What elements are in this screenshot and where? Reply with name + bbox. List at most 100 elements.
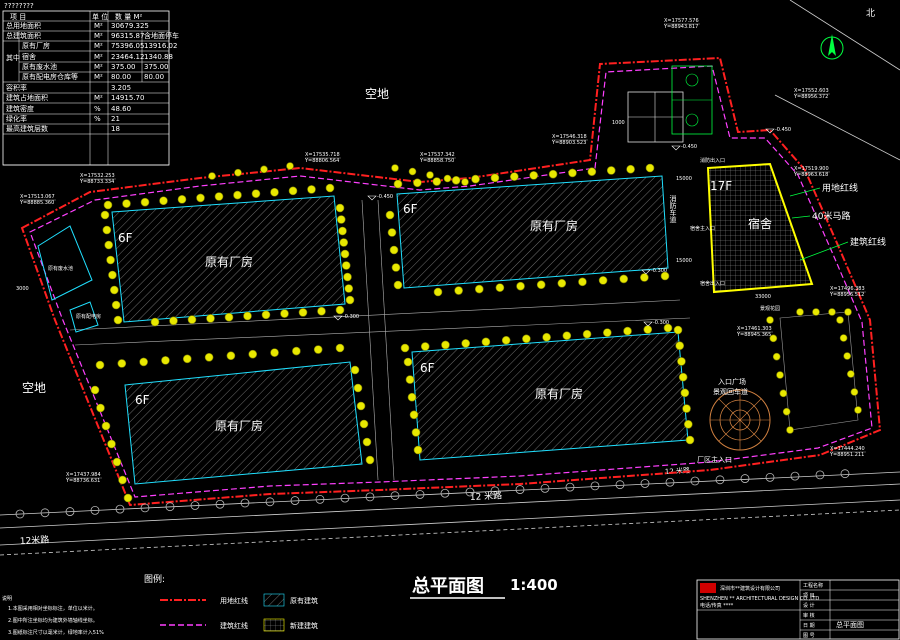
- power-room: 原有配电房: [69, 301, 101, 333]
- wastewater-label: 原有废水池: [48, 265, 73, 272]
- tree: [187, 315, 197, 324]
- tree: [516, 281, 525, 291]
- elevation-value: -0.450: [775, 127, 791, 133]
- table-row-value: 23464.12: [111, 53, 144, 61]
- dimension-value: 15000: [676, 176, 692, 182]
- entry-plaza: 入口广场 景观回车道: [709, 377, 771, 451]
- shrub: [715, 475, 725, 485]
- table-row-value: 3.205: [111, 84, 131, 92]
- note-0: 说明: [2, 595, 12, 602]
- tree: [786, 426, 794, 434]
- tree: [393, 179, 403, 189]
- factory-label-sw: 原有厂房: [215, 418, 263, 433]
- tree: [103, 200, 113, 210]
- company-name-en: SHENZHEN ** ARCHITECTURAL DESIGN CO.,LTD: [700, 596, 819, 602]
- main-entry-label: 厂区主入口: [697, 455, 732, 464]
- tree: [682, 404, 691, 413]
- tb-field-4: 日 期: [803, 623, 815, 629]
- build-line-label: 建筑红线: [850, 236, 886, 248]
- tree: [288, 186, 298, 196]
- table-row-item: 宿舍: [22, 52, 36, 61]
- tree: [365, 455, 375, 465]
- tree: [95, 360, 105, 370]
- landscape-garden: [779, 311, 859, 431]
- tree: [107, 439, 116, 449]
- tree: [796, 308, 804, 316]
- tree: [501, 336, 511, 345]
- factory-building-se: 原有厂房 6F: [411, 331, 689, 461]
- tree: [844, 308, 852, 316]
- table-header-item: 项 目: [10, 13, 26, 21]
- shrub: [615, 480, 625, 490]
- table-row-item: 建筑密度: [6, 104, 34, 113]
- coord-y: Y=88885.360: [19, 200, 54, 206]
- table-row-unit: M²: [94, 22, 103, 30]
- shrub: [765, 472, 775, 482]
- tree: [510, 172, 519, 181]
- entry-plaza-label: 入口广场: [718, 377, 746, 386]
- tree: [177, 195, 187, 204]
- factory-label-ne: 原有厂房: [530, 218, 578, 233]
- table-row-item: 总用地面积: [6, 21, 41, 30]
- company-name: 深圳市**建筑设计有限公司: [720, 585, 780, 592]
- fire-lane: 消防车道: [669, 194, 677, 224]
- table-row-item: 容积率: [6, 83, 27, 92]
- company-phone: 电话/传真 ****: [700, 602, 734, 609]
- tree: [461, 339, 470, 348]
- dorm-entry-label: 宿舍主入口: [690, 225, 715, 232]
- tree: [433, 287, 443, 297]
- tree: [640, 273, 649, 282]
- tree: [261, 310, 271, 320]
- shrub: [590, 481, 600, 491]
- table-row-value2: 375.00: [144, 63, 169, 71]
- tree: [317, 306, 326, 316]
- tree: [292, 346, 301, 356]
- table-row-unit: %: [94, 115, 101, 123]
- table-row-item: 建筑占地面积: [6, 93, 48, 102]
- tree: [251, 189, 261, 198]
- dimension-value: 1000: [612, 120, 625, 126]
- elevation-icon: [671, 145, 681, 151]
- tb-field-0: 工程名称: [803, 582, 823, 589]
- table-row-value: 30679.325: [111, 22, 149, 30]
- tree: [182, 354, 192, 364]
- tree: [779, 389, 788, 398]
- tree: [536, 280, 546, 290]
- table-row-unit: M²: [94, 53, 103, 61]
- legend-label-site-line: 用地红线: [220, 596, 248, 605]
- table-row-value: 21: [111, 115, 120, 123]
- tree: [529, 171, 538, 180]
- wastewater-tank: 原有废水池: [37, 225, 93, 301]
- tree: [454, 286, 463, 295]
- tree: [451, 176, 461, 185]
- tree: [112, 457, 122, 467]
- table-group-label: 其中: [6, 53, 20, 62]
- tree: [850, 388, 859, 396]
- tree: [495, 283, 505, 292]
- notes: 说明 1.本图采用相对坐标标注，单位以米计。 2.图中所注坐标均为建筑外墙轴线坐…: [2, 595, 104, 636]
- table-row-value: 75396.05: [111, 42, 144, 50]
- tree: [391, 164, 399, 172]
- tree: [481, 337, 491, 347]
- tree: [204, 352, 214, 362]
- tree: [313, 345, 323, 354]
- note-1: 1.本图采用相对坐标标注，单位以米计。: [8, 605, 98, 612]
- tree: [350, 365, 360, 375]
- tree: [280, 309, 289, 318]
- tree: [108, 270, 117, 280]
- elevation-value: -0.300: [651, 268, 667, 274]
- coord-y: Y=88943.817: [663, 24, 698, 30]
- tree: [413, 445, 423, 455]
- tree: [102, 225, 112, 235]
- table-header-unit: 单 位: [92, 12, 108, 21]
- legend-label-build-line: 建筑红线: [220, 621, 248, 630]
- tree: [677, 357, 686, 366]
- legend-swatch-existing: [263, 593, 285, 607]
- tree: [307, 185, 316, 194]
- tree: [335, 305, 345, 315]
- shrub: [690, 476, 700, 486]
- elevation-value: -0.300: [653, 320, 669, 326]
- tree: [568, 168, 577, 178]
- tree: [407, 392, 417, 402]
- table-row-item: 原有配电房仓库等: [22, 72, 78, 81]
